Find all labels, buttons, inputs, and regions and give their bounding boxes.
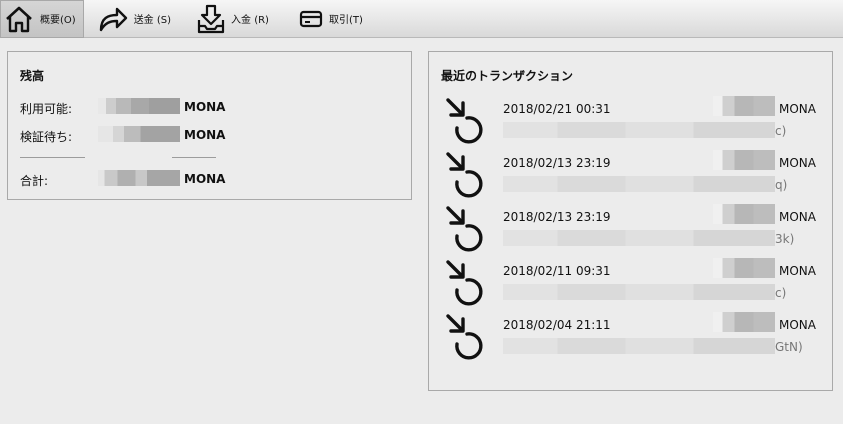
home-icon [6,6,32,32]
pending-row: 検証待ち: MONA [20,126,400,144]
available-row: 利用可能: MONA [20,98,400,116]
recent-transactions-panel: 最近のトランザクション 2018/02/21 00:31 MONA c) 201… [428,51,833,391]
balance-title: 残高 [20,69,45,83]
transaction-unit: MONA [779,264,816,278]
transaction-address-tail: q) [775,178,788,192]
receive-arrow-icon [446,206,483,252]
tab-receive-label: 入金 (R) [231,15,269,26]
transaction-item[interactable]: 2018/02/13 23:19 MONA q) [429,150,834,202]
toolbar: 概要(O) 送金 (S) 入金 (R) 取引(T) [0,0,843,38]
transaction-address-redacted [503,338,775,354]
transactions-title: 最近のトランザクション [441,69,574,83]
transaction-item[interactable]: 2018/02/21 00:31 MONA c) [429,96,834,148]
transaction-unit: MONA [779,156,816,170]
total-divider-right [172,157,216,158]
transaction-item[interactable]: 2018/02/13 23:19 MONA 3k) [429,204,834,256]
transaction-address-tail: c) [775,286,787,300]
transaction-address-redacted [503,176,775,192]
transaction-address-tail: c) [775,124,787,138]
pending-unit: MONA [184,128,226,142]
transaction-amount-redacted [713,258,775,278]
tab-overview[interactable]: 概要(O) [0,0,84,38]
transaction-amount-redacted [713,204,775,224]
total-row: 合計: MONA [20,170,400,188]
send-arrow-icon [99,7,127,31]
transaction-unit: MONA [779,210,816,224]
transaction-item[interactable]: 2018/02/11 09:31 MONA c) [429,258,834,310]
pending-amount-redacted [98,126,180,142]
transaction-date: 2018/02/11 09:31 [503,264,611,278]
available-amount-redacted [98,98,180,114]
transaction-unit: MONA [779,318,816,332]
transaction-address-tail: 3k) [775,232,795,246]
pending-label: 検証待ち: [20,130,73,144]
transaction-amount-redacted [713,96,775,116]
total-divider-left [20,157,85,158]
balance-panel: 残高 利用可能: MONA 検証待ち: MONA 合計: MONA [7,51,412,200]
receive-arrow-icon [446,314,483,360]
transaction-amount-redacted [713,150,775,170]
transaction-date: 2018/02/13 23:19 [503,210,611,224]
card-icon [299,10,323,27]
transaction-address-redacted [503,284,775,300]
total-label: 合計: [20,174,49,188]
transaction-unit: MONA [779,102,816,116]
transaction-item[interactable]: 2018/02/04 21:11 MONA GtN) [429,312,834,364]
tab-send[interactable]: 送金 (S) [94,0,179,38]
tab-receive[interactable]: 入金 (R) [193,0,277,38]
transaction-amount-redacted [713,312,775,332]
total-amount-redacted [98,170,180,186]
receive-tray-icon [197,4,225,33]
available-unit: MONA [184,100,226,114]
tab-transactions-label: 取引(T) [328,15,363,26]
tab-overview-label: 概要(O) [40,15,76,26]
transaction-date: 2018/02/04 21:11 [503,318,611,332]
tab-transactions[interactable]: 取引(T) [295,0,371,38]
receive-arrow-icon [446,260,483,306]
transaction-date: 2018/02/13 23:19 [503,156,611,170]
transaction-address-tail: GtN) [775,340,803,354]
total-unit: MONA [184,172,226,186]
receive-arrow-icon [446,152,483,198]
tab-send-label: 送金 (S) [133,15,172,26]
available-label: 利用可能: [20,102,73,116]
transaction-date: 2018/02/21 00:31 [503,102,611,116]
transaction-address-redacted [503,230,775,246]
receive-arrow-icon [446,98,483,144]
transaction-address-redacted [503,122,775,138]
